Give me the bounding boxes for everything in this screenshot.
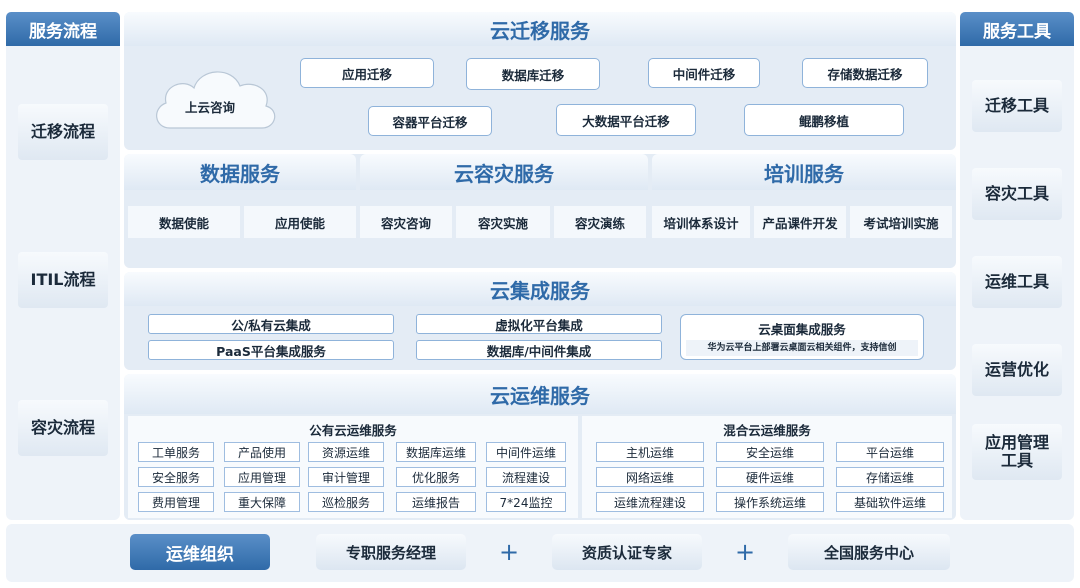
- right-sidebar-header: 服务工具: [960, 12, 1074, 46]
- hybrid-ops-item[interactable]: 主机运维: [596, 442, 704, 462]
- sidebar-item-migration-tool[interactable]: 迁移工具: [972, 80, 1062, 132]
- middleware-migration-button[interactable]: 中间件迁移: [648, 58, 760, 88]
- public-ops-item[interactable]: 流程建设: [486, 467, 566, 487]
- app-enable-item[interactable]: 应用使能: [244, 206, 356, 238]
- cloud-consulting-label: 上云咨询: [184, 99, 235, 115]
- desktop-integration-note: 华为云平台上部署云桌面云相关组件，支持信创: [686, 340, 918, 356]
- public-ops-item[interactable]: 应用管理: [224, 467, 300, 487]
- plus-icon: +: [734, 538, 756, 566]
- certified-expert-button[interactable]: 资质认证专家: [552, 534, 702, 570]
- training-system-item[interactable]: 培训体系设计: [652, 206, 750, 238]
- app-migration-button[interactable]: 应用迁移: [300, 58, 434, 88]
- dr-implementation-item[interactable]: 容灾实施: [456, 206, 550, 238]
- public-ops-item[interactable]: 产品使用: [224, 442, 300, 462]
- hybrid-ops-item[interactable]: 平台运维: [836, 442, 944, 462]
- hybrid-ops-item[interactable]: 存储运维: [836, 467, 944, 487]
- dr-consulting-item[interactable]: 容灾咨询: [360, 206, 452, 238]
- sidebar-item-dr-process[interactable]: 容灾流程: [18, 400, 108, 456]
- virtualization-integration[interactable]: 虚拟化平台集成: [416, 314, 662, 334]
- integration-title: 云集成服务: [124, 272, 956, 306]
- plus-icon: +: [498, 538, 520, 566]
- left-sidebar-header: 服务流程: [6, 12, 120, 46]
- sidebar-item-ops-optimization[interactable]: 运营优化: [972, 344, 1062, 396]
- exam-training-item[interactable]: 考试培训实施: [850, 206, 952, 238]
- public-ops-item[interactable]: 工单服务: [138, 442, 214, 462]
- dr-drill-item[interactable]: 容灾演练: [554, 206, 646, 238]
- operations-title: 云运维服务: [124, 374, 956, 414]
- public-ops-item[interactable]: 7*24监控: [486, 492, 566, 512]
- migration-title: 云迁移服务: [124, 12, 956, 46]
- public-ops-item[interactable]: 中间件运维: [486, 442, 566, 462]
- data-enable-item[interactable]: 数据使能: [128, 206, 240, 238]
- public-ops-title: 公有云运维服务: [309, 422, 397, 438]
- data-service-title: 数据服务: [124, 154, 356, 190]
- desktop-integration-title: 云桌面集成服务: [758, 321, 846, 337]
- sidebar-item-migration-process[interactable]: 迁移流程: [18, 104, 108, 160]
- hybrid-ops-item[interactable]: 网络运维: [596, 467, 704, 487]
- public-ops-item[interactable]: 安全服务: [138, 467, 214, 487]
- hybrid-ops-item[interactable]: 硬件运维: [716, 467, 824, 487]
- hybrid-ops-title: 混合云运维服务: [723, 422, 811, 438]
- ops-org-label[interactable]: 运维组织: [130, 534, 270, 570]
- hybrid-ops-item[interactable]: 运维流程建设: [596, 492, 704, 512]
- public-ops-item[interactable]: 费用管理: [138, 492, 214, 512]
- db-middleware-integration[interactable]: 数据库/中间件集成: [416, 340, 662, 360]
- storage-migration-button[interactable]: 存储数据迁移: [802, 58, 928, 88]
- container-migration-button[interactable]: 容器平台迁移: [368, 106, 492, 136]
- bigdata-migration-button[interactable]: 大数据平台迁移: [556, 104, 696, 136]
- training-service-title: 培训服务: [652, 154, 956, 190]
- sidebar-item-app-mgmt-tool[interactable]: 应用管理工具: [972, 424, 1062, 480]
- service-manager-button[interactable]: 专职服务经理: [316, 534, 466, 570]
- hybrid-ops-item[interactable]: 操作系统运维: [716, 492, 824, 512]
- sidebar-item-ops-tool[interactable]: 运维工具: [972, 256, 1062, 308]
- public-ops-item[interactable]: 优化服务: [396, 467, 476, 487]
- sidebar-item-dr-tool[interactable]: 容灾工具: [972, 168, 1062, 220]
- public-ops-item[interactable]: 数据库运维: [396, 442, 476, 462]
- public-ops-item[interactable]: 重大保障: [224, 492, 300, 512]
- public-ops-item[interactable]: 运维报告: [396, 492, 476, 512]
- hybrid-ops-item[interactable]: 基础软件运维: [836, 492, 944, 512]
- kunpeng-port-button[interactable]: 鲲鹏移植: [744, 104, 904, 136]
- public-private-integration[interactable]: 公/私有云集成: [148, 314, 394, 334]
- public-ops-item[interactable]: 审计管理: [308, 467, 384, 487]
- dr-service-title: 云容灾服务: [360, 154, 648, 190]
- hybrid-ops-item[interactable]: 安全运维: [716, 442, 824, 462]
- sidebar-item-itil-process[interactable]: ITIL流程: [18, 252, 108, 308]
- public-ops-item[interactable]: 资源运维: [308, 442, 384, 462]
- public-ops-item[interactable]: 巡检服务: [308, 492, 384, 512]
- db-migration-button[interactable]: 数据库迁移: [466, 58, 600, 90]
- course-dev-item[interactable]: 产品课件开发: [754, 206, 846, 238]
- national-service-center-button[interactable]: 全国服务中心: [788, 534, 950, 570]
- paas-integration[interactable]: PaaS平台集成服务: [148, 340, 394, 360]
